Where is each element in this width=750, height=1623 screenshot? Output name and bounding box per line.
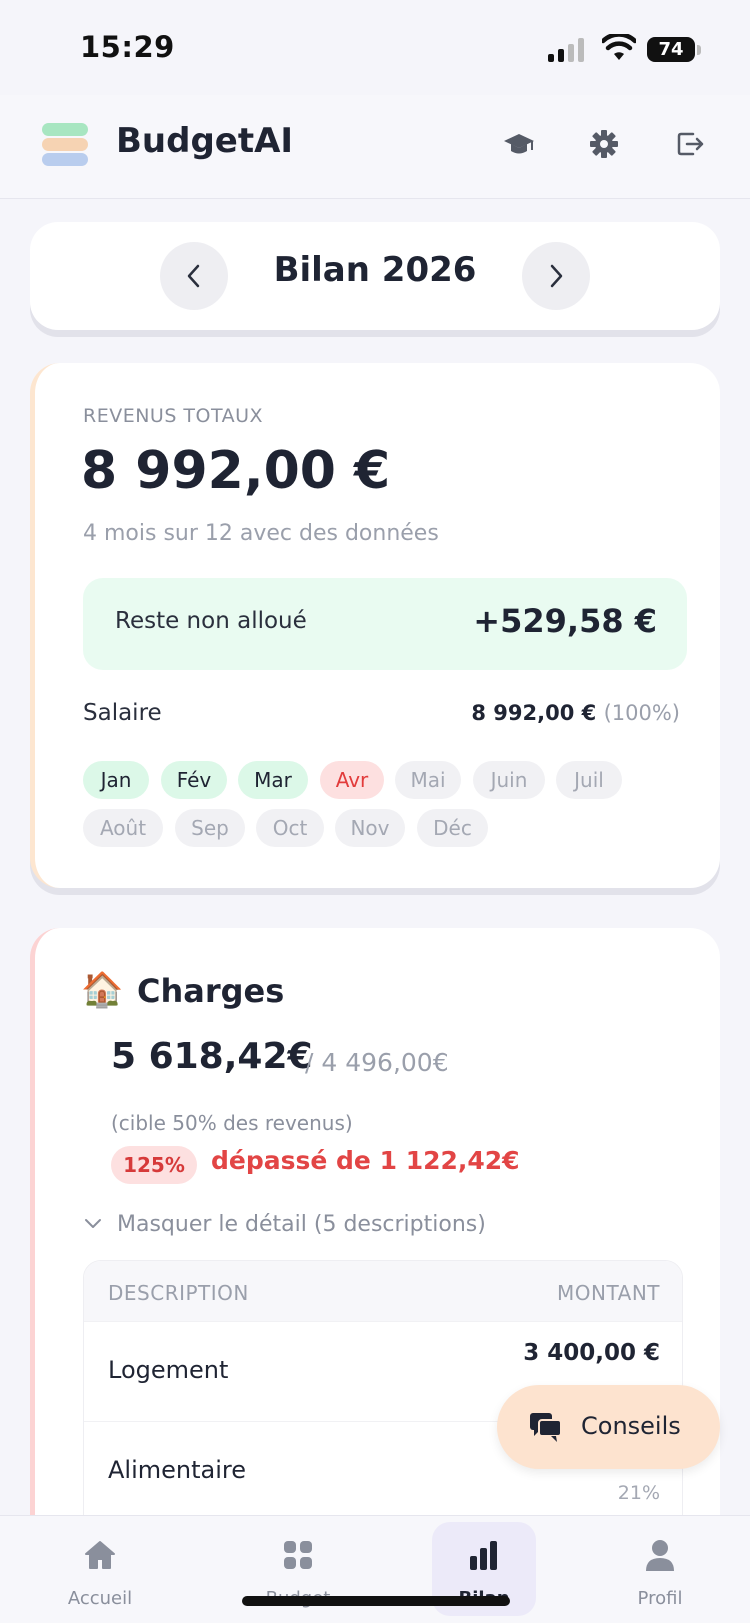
month-chip[interactable]: Nov (335, 809, 405, 847)
month-chip[interactable]: Déc (417, 809, 488, 847)
toggle-detail-button[interactable]: Masquer le détail (5 descriptions) (83, 1212, 486, 1237)
charges-target-separator: / (305, 1048, 322, 1077)
month-chip[interactable]: Oct (256, 809, 324, 847)
advice-button-label: Conseils (581, 1412, 681, 1440)
year-title: Bilan 2026 (273, 250, 477, 290)
month-chip[interactable]: Août (83, 809, 163, 847)
month-chip[interactable]: Mar (238, 761, 308, 799)
income-source-label: Salaire (83, 700, 162, 726)
unallocated-box: Reste non alloué +529,58 € (83, 578, 687, 670)
charges-title: Charges (137, 972, 285, 1010)
year-navigation-card: Bilan 2026 (30, 222, 720, 330)
app-header: BudgetAI (0, 95, 750, 199)
month-chip[interactable]: Juil (556, 761, 622, 799)
row-percent: 21% (617, 1482, 660, 1504)
house-icon: 🏠 (81, 970, 124, 1010)
logout-icon[interactable] (674, 128, 706, 160)
app-title: BudgetAI (116, 121, 294, 161)
revenue-amount: 8 992,00 € (81, 441, 391, 501)
revenue-card: REVENUS TOTAUX 8 992,00 € 4 mois sur 12 … (30, 363, 720, 888)
table-header: DESCRIPTION MONTANT (84, 1261, 682, 1321)
charges-target: / 4 496,00€ (305, 1048, 449, 1077)
month-chip[interactable]: Jan (83, 761, 149, 799)
column-header-description: DESCRIPTION (108, 1281, 249, 1305)
app-logo (42, 123, 88, 167)
row-description: Alimentaire (108, 1456, 246, 1484)
graduation-cap-icon[interactable] (503, 128, 535, 160)
bar-chart-icon (470, 1541, 497, 1570)
home-indicator (242, 1596, 510, 1606)
tab-profil[interactable]: Profil (605, 1516, 715, 1611)
charges-percent-badge: 125% (111, 1146, 197, 1184)
unallocated-label: Reste non alloué (115, 608, 307, 634)
charges-amount: 5 618,42€ (111, 1036, 313, 1077)
month-chip[interactable]: Avr (320, 761, 384, 799)
advice-button[interactable]: Conseils (497, 1385, 720, 1469)
tab-label: Accueil (67, 1588, 133, 1609)
battery-cap (697, 45, 701, 55)
next-year-button[interactable] (522, 242, 590, 310)
toggle-detail-label: Masquer le détail (5 descriptions) (117, 1212, 486, 1237)
chat-bubbles-icon (530, 1413, 562, 1442)
chevron-down-icon (85, 1219, 101, 1228)
row-description: Logement (108, 1356, 229, 1384)
battery-indicator: 74 (647, 37, 695, 62)
revenue-subtitle: 4 mois sur 12 avec des données (83, 521, 439, 546)
income-source-value: 8 992,00 € (100%) (471, 701, 680, 725)
unallocated-value: +529,58 € (473, 602, 657, 640)
month-chip[interactable]: Juin (473, 761, 545, 799)
person-icon (646, 1540, 674, 1571)
status-time: 15:29 (80, 30, 175, 64)
income-source-percent: (100%) (603, 701, 680, 725)
grid-icon (284, 1541, 312, 1569)
charges-overrun: dépassé de 1 122,42€ (211, 1146, 520, 1175)
tab-accueil[interactable]: Accueil (45, 1516, 155, 1611)
chevron-right-icon (550, 264, 563, 288)
charges-target-note: (cible 50% des revenus) (111, 1111, 353, 1135)
wifi-icon (602, 34, 636, 60)
charges-card: 🏠 Charges 5 618,42€ / 4 496,00€ (cible 5… (30, 928, 720, 1580)
column-header-amount: MONTANT (557, 1281, 660, 1305)
row-amount: 3 400,00 € (523, 1340, 660, 1366)
bottom-tab-bar: Accueil Budget Bilan Profil (0, 1515, 750, 1623)
month-chip[interactable]: Mai (395, 761, 461, 799)
home-icon (85, 1541, 115, 1569)
month-chip[interactable]: Sep (175, 809, 245, 847)
charges-target-amount: 4 496,00€ (321, 1048, 449, 1077)
revenue-label: REVENUS TOTAUX (83, 405, 264, 427)
tab-label: Profil (637, 1588, 683, 1609)
cellular-signal-icon (548, 38, 588, 62)
month-chip[interactable]: Fév (161, 761, 227, 799)
income-source-amount: 8 992,00 € (471, 701, 597, 725)
gear-icon[interactable] (588, 128, 620, 160)
